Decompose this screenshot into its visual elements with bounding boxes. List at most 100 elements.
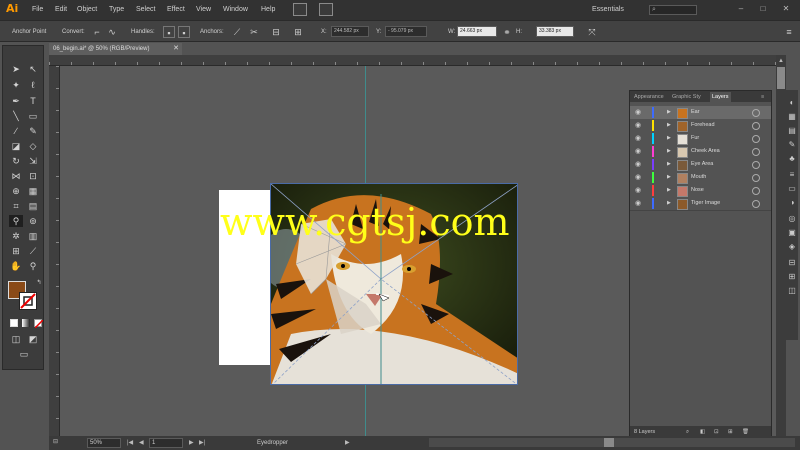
- layer-name[interactable]: Tiger Image: [691, 198, 720, 209]
- layer-name[interactable]: Nose: [691, 185, 704, 196]
- layer-row[interactable]: ◉ ▶ Nose: [630, 184, 771, 198]
- layer-target-icon[interactable]: [752, 174, 760, 182]
- align-icon[interactable]: ⊟: [270, 26, 282, 38]
- layer-row[interactable]: ◉ ▶ Ear: [630, 106, 771, 120]
- rotate-tool-icon[interactable]: ↻: [9, 155, 23, 167]
- zoom-tool-icon[interactable]: ⚲: [26, 260, 40, 272]
- eyedropper-tool-icon[interactable]: ⚲: [9, 215, 23, 227]
- color-guide-icon[interactable]: ▦: [786, 112, 798, 122]
- expand-triangle-icon[interactable]: ▶: [667, 199, 671, 208]
- expand-triangle-icon[interactable]: ▶: [667, 186, 671, 195]
- horizontal-ruler[interactable]: [49, 55, 776, 66]
- pen-tool-icon[interactable]: ✒: [9, 95, 23, 107]
- layer-name[interactable]: Eye Area: [691, 159, 713, 170]
- expand-triangle-icon[interactable]: ▶: [667, 173, 671, 182]
- layer-target-icon[interactable]: [752, 109, 760, 117]
- layer-name[interactable]: Fur: [691, 133, 699, 144]
- layer-target-icon[interactable]: [752, 187, 760, 195]
- maximize-icon[interactable]: □: [756, 3, 770, 15]
- transform-panel-icon[interactable]: ⊞: [786, 272, 798, 282]
- link-proportions-icon[interactable]: ⚭: [501, 26, 513, 38]
- layer-name[interactable]: Cheek Area: [691, 146, 720, 157]
- layer-row[interactable]: ◉ ▶ Tiger Image: [630, 197, 771, 211]
- vertical-scroll-thumb[interactable]: [777, 67, 785, 89]
- visibility-eye-icon[interactable]: ◉: [635, 199, 644, 208]
- bridge-icon[interactable]: [293, 3, 307, 16]
- screen-mode-icon[interactable]: ▭: [17, 348, 31, 360]
- first-page-icon[interactable]: |◀: [127, 439, 133, 446]
- h-field[interactable]: 33.383 px: [536, 26, 574, 37]
- workspace-switcher[interactable]: Essentials: [592, 4, 624, 16]
- artboard-nav-icon[interactable]: ⊟: [53, 438, 65, 447]
- blend-tool-icon[interactable]: ⊚: [26, 215, 40, 227]
- selection-tool-icon[interactable]: ➤: [9, 63, 23, 75]
- rectangle-tool-icon[interactable]: ▭: [26, 110, 40, 122]
- layer-target-icon[interactable]: [752, 200, 760, 208]
- shape-builder-tool-icon[interactable]: ⊕: [9, 185, 23, 197]
- symbol-sprayer-tool-icon[interactable]: ✲: [9, 230, 23, 242]
- layer-target-icon[interactable]: [752, 161, 760, 169]
- visibility-eye-icon[interactable]: ◉: [635, 147, 644, 156]
- close-tab-icon[interactable]: ✕: [173, 43, 179, 55]
- expand-triangle-icon[interactable]: ▶: [667, 108, 671, 117]
- direct-selection-tool-icon[interactable]: ↖: [26, 63, 40, 75]
- visibility-eye-icon[interactable]: ◉: [635, 121, 644, 130]
- gradient-panel-icon[interactable]: ▭: [786, 184, 798, 194]
- horizontal-scrollbar[interactable]: [429, 438, 795, 447]
- layer-name[interactable]: Mouth: [691, 172, 706, 183]
- expand-triangle-icon[interactable]: ▶: [667, 121, 671, 130]
- layer-row[interactable]: ◉ ▶ Forehead: [630, 119, 771, 133]
- scroll-up-icon[interactable]: ▲: [777, 57, 785, 65]
- layer-name[interactable]: Ear: [691, 107, 700, 118]
- layer-target-icon[interactable]: [752, 148, 760, 156]
- control-menu-icon[interactable]: ≡: [783, 26, 795, 38]
- prev-page-icon[interactable]: ◀: [139, 439, 144, 446]
- menu-edit[interactable]: Edit: [55, 4, 67, 16]
- symbols-panel-icon[interactable]: ♣: [786, 154, 798, 164]
- visibility-eye-icon[interactable]: ◉: [635, 173, 644, 182]
- tab-graphic-styles[interactable]: Graphic Sty: [672, 92, 701, 102]
- next-page-icon[interactable]: ▶: [189, 439, 194, 446]
- panel-menu-icon[interactable]: ≡: [761, 92, 764, 102]
- layers-panel-icon[interactable]: ◈: [786, 242, 798, 252]
- pathfinder-panel-icon[interactable]: ◫: [786, 286, 798, 296]
- status-menu-icon[interactable]: ▶: [345, 439, 350, 446]
- menu-file[interactable]: File: [32, 4, 43, 16]
- paintbrush-tool-icon[interactable]: ∕: [9, 125, 23, 137]
- width-tool-icon[interactable]: ⋈: [9, 170, 23, 182]
- layer-row[interactable]: ◉ ▶ Fur: [630, 132, 771, 146]
- transparency-panel-icon[interactable]: ◑: [786, 198, 798, 208]
- layer-row[interactable]: ◉ ▶ Cheek Area: [630, 145, 771, 159]
- scale-tool-icon[interactable]: ⇲: [26, 155, 40, 167]
- column-graph-tool-icon[interactable]: ▥: [26, 230, 40, 242]
- none-mode-icon[interactable]: [34, 319, 44, 329]
- show-handles-icon[interactable]: ▪: [163, 26, 175, 38]
- blob-brush-tool-icon[interactable]: ◪: [9, 140, 23, 152]
- last-page-icon[interactable]: ▶|: [199, 439, 205, 446]
- tab-layers[interactable]: Layers: [710, 92, 731, 102]
- hand-tool-icon[interactable]: ✋: [9, 260, 23, 272]
- stroke-swatch[interactable]: [19, 292, 37, 310]
- slice-tool-icon[interactable]: ⟋: [26, 245, 40, 257]
- line-tool-icon[interactable]: ╲: [9, 110, 23, 122]
- stroke-panel-icon[interactable]: ≡: [786, 170, 798, 180]
- menu-select[interactable]: Select: [136, 4, 155, 16]
- minimize-icon[interactable]: –: [734, 3, 748, 15]
- transform-reference-icon[interactable]: ⊞: [292, 26, 304, 38]
- layer-row[interactable]: ◉ ▶ Mouth: [630, 171, 771, 185]
- graphic-styles-panel-icon[interactable]: ▣: [786, 228, 798, 238]
- cut-path-icon[interactable]: ✂: [248, 26, 260, 38]
- menu-effect[interactable]: Effect: [167, 4, 185, 16]
- draw-mode-icon[interactable]: ◫: [9, 333, 23, 345]
- convert-smooth-icon[interactable]: ∿: [106, 26, 118, 38]
- gradient-tool-icon[interactable]: ▤: [26, 200, 40, 212]
- lasso-tool-icon[interactable]: ℓ: [26, 79, 40, 91]
- draw-inside-icon[interactable]: ◩: [26, 333, 40, 345]
- isolate-icon[interactable]: ⤧: [586, 26, 598, 38]
- zoom-field[interactable]: 50%: [87, 438, 121, 448]
- expand-triangle-icon[interactable]: ▶: [667, 147, 671, 156]
- menu-object[interactable]: Object: [77, 4, 97, 16]
- convert-corner-icon[interactable]: ⌐: [91, 26, 103, 38]
- remove-anchor-icon[interactable]: ⟋: [231, 26, 243, 38]
- w-field[interactable]: 24.663 px: [457, 26, 497, 37]
